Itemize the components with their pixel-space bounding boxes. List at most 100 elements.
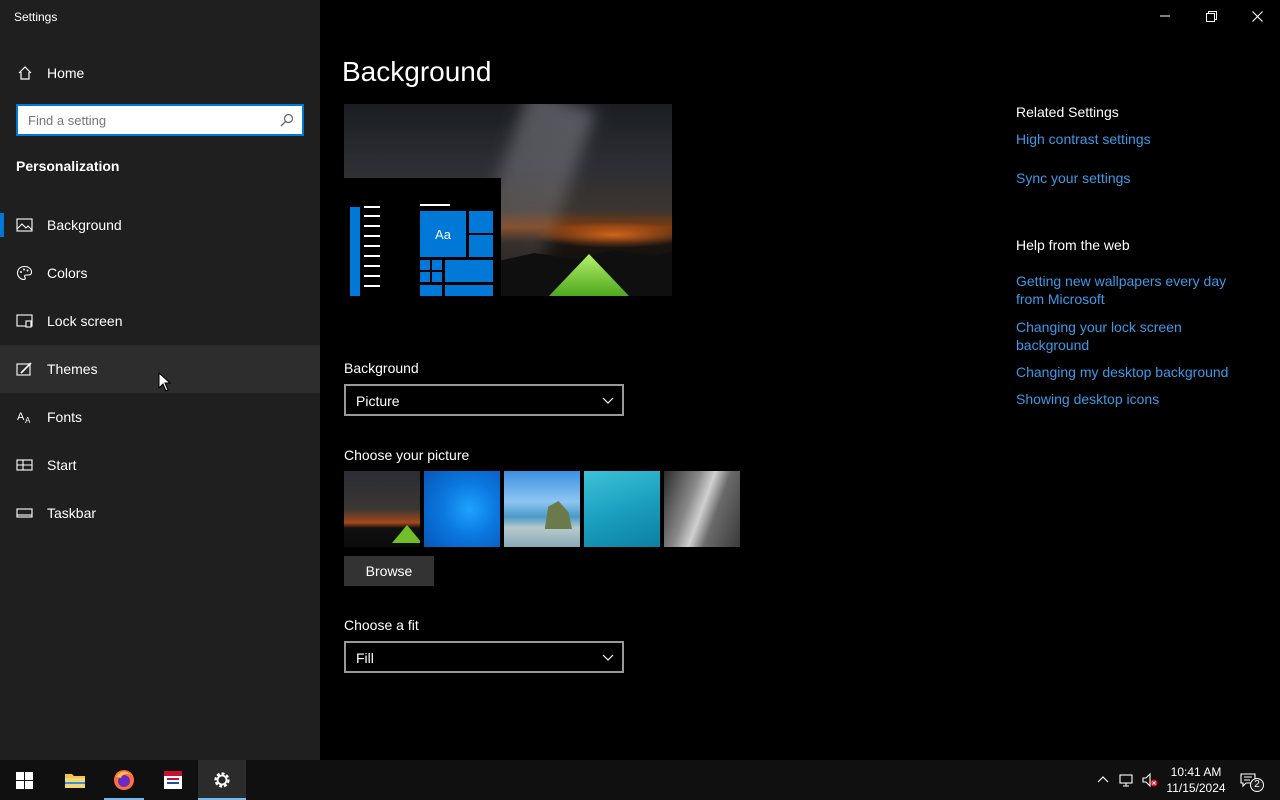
- volume-muted-icon[interactable]: [1142, 772, 1158, 788]
- sidebar-item-label: Background: [47, 217, 122, 233]
- preview-horizon-glow: [534, 222, 672, 248]
- preview-menu-line: [364, 225, 380, 227]
- minimize-button[interactable]: [1142, 0, 1188, 32]
- sidebar-item-fonts[interactable]: A A Fonts: [0, 393, 320, 441]
- notification-count-badge: 2: [1250, 778, 1264, 792]
- picture-thumbnail-3[interactable]: [504, 471, 580, 547]
- picture-icon: [16, 218, 33, 232]
- preview-menu-line: [364, 206, 380, 208]
- preview-menu-line: [364, 245, 380, 247]
- mouse-cursor-icon: [158, 372, 172, 392]
- picture-thumbnail-4[interactable]: [584, 471, 660, 547]
- background-preview: Aa: [344, 104, 672, 296]
- firefox-icon: [114, 770, 134, 790]
- fit-label: Choose a fit: [344, 617, 419, 633]
- sidebar-item-label: Taskbar: [47, 505, 97, 521]
- palette-icon: [16, 265, 33, 281]
- minimize-icon: [1160, 15, 1170, 17]
- sidebar-item-label: Lock screen: [47, 313, 123, 329]
- preview-menu-line: [364, 285, 380, 287]
- preview-tile: [420, 260, 430, 270]
- section-heading: Personalization: [16, 158, 120, 174]
- taskbar-clock[interactable]: 10:41 AM 11/15/2024: [1160, 764, 1232, 796]
- home-label: Home: [47, 65, 85, 81]
- chevron-up-icon[interactable]: [1095, 772, 1111, 788]
- fit-dropdown[interactable]: Fill: [344, 641, 624, 673]
- sidebar-item-label: Start: [47, 457, 77, 473]
- document-app-button[interactable]: [149, 760, 197, 800]
- close-button[interactable]: [1234, 0, 1280, 32]
- picture-thumbnail-5[interactable]: [664, 471, 740, 547]
- sidebar-item-label: Colors: [47, 265, 88, 281]
- font-icon: A A: [17, 411, 31, 425]
- background-label: Background: [344, 360, 419, 376]
- search-icon[interactable]: [280, 113, 294, 127]
- sidebar-item-label: Fonts: [47, 409, 83, 425]
- related-settings-heading: Related Settings: [1016, 104, 1119, 120]
- lock-screen-icon: [16, 314, 33, 328]
- help-link-desktop-background[interactable]: Changing my desktop background: [1016, 363, 1246, 381]
- preview-tile: [420, 285, 442, 296]
- gear-icon: [214, 772, 230, 788]
- sidebar-item-lock-screen[interactable]: Lock screen: [0, 297, 320, 345]
- preview-tile: [469, 211, 493, 233]
- preview-menu-line: [364, 255, 380, 257]
- settings-taskbar-button[interactable]: [198, 760, 246, 800]
- background-dropdown[interactable]: Picture: [344, 384, 624, 416]
- help-link-desktop-icons[interactable]: Showing desktop icons: [1016, 390, 1246, 408]
- preview-tile: [432, 272, 442, 282]
- search-input[interactable]: [28, 111, 278, 129]
- high-contrast-link[interactable]: High contrast settings: [1016, 130, 1246, 148]
- home-button[interactable]: Home: [0, 57, 320, 89]
- clock-time: 10:41 AM: [1170, 765, 1222, 779]
- fit-dropdown-value: Fill: [356, 650, 374, 666]
- help-link-wallpapers[interactable]: Getting new wallpapers every day from Mi…: [1016, 272, 1246, 308]
- sidebar-item-background[interactable]: Background: [0, 201, 320, 249]
- folder-icon: [65, 774, 85, 788]
- preview-menu-line: [364, 265, 380, 267]
- help-link-lock-screen[interactable]: Changing your lock screen background: [1016, 318, 1246, 354]
- sync-settings-link[interactable]: Sync your settings: [1016, 169, 1246, 187]
- preview-start-menu: Aa: [344, 178, 501, 296]
- page-title: Background: [342, 56, 492, 87]
- restore-button[interactable]: [1188, 0, 1234, 32]
- browse-button[interactable]: Browse: [344, 556, 434, 586]
- clock-date: 11/15/2024: [1166, 781, 1226, 795]
- app-title: Settings: [14, 10, 58, 24]
- preview-tile: [420, 272, 430, 282]
- preview-tile-rail: [350, 207, 360, 296]
- preview-tile: [469, 235, 493, 257]
- help-heading: Help from the web: [1016, 237, 1130, 253]
- home-icon: [18, 66, 32, 80]
- start-icon: [16, 459, 33, 471]
- chevron-down-icon: [602, 397, 614, 404]
- sidebar: Settings Home Personalization Background: [0, 0, 320, 760]
- start-button[interactable]: [0, 760, 48, 800]
- document-app-icon: [164, 771, 182, 789]
- preview-group-line: [420, 204, 450, 206]
- file-explorer-button[interactable]: [51, 760, 99, 800]
- preview-menu-line: [364, 275, 380, 277]
- taskbar: 10:41 AM 11/15/2024: [0, 760, 1280, 800]
- close-icon: [1251, 10, 1263, 22]
- sidebar-item-start[interactable]: Start: [0, 441, 320, 489]
- search-box[interactable]: [16, 104, 304, 136]
- sidebar-item-colors[interactable]: Colors: [0, 249, 320, 297]
- preview-menu-line: [364, 215, 380, 217]
- sidebar-item-label: Themes: [47, 361, 98, 377]
- picture-thumbnail-2[interactable]: [424, 471, 500, 547]
- preview-menu-line: [364, 235, 380, 237]
- preview-tile: [432, 260, 442, 270]
- preview-tile-aa: Aa: [420, 211, 466, 257]
- restore-icon: [1205, 10, 1217, 22]
- windows-logo-icon: [15, 771, 33, 789]
- svg-text:A: A: [17, 411, 25, 423]
- network-icon[interactable]: [1119, 772, 1135, 788]
- picture-thumbnail-1[interactable]: [344, 471, 420, 547]
- sidebar-item-taskbar[interactable]: Taskbar: [0, 489, 320, 537]
- taskbar-icon: [16, 508, 33, 518]
- firefox-button[interactable]: [100, 760, 148, 800]
- svg-text:A: A: [25, 416, 31, 425]
- brush-icon: [16, 362, 32, 376]
- preview-tile: [445, 260, 493, 282]
